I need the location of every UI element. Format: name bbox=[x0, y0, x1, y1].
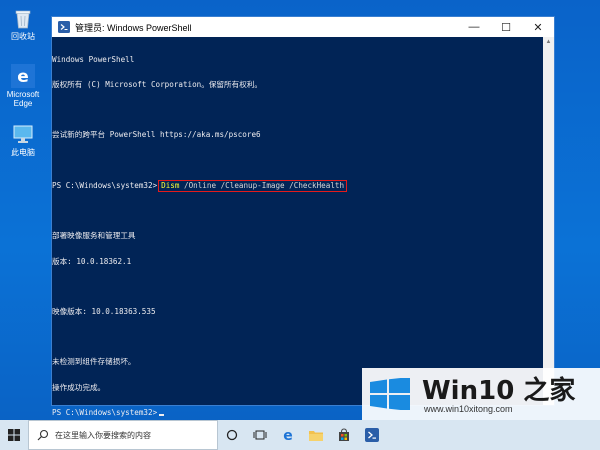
task-view-button-2[interactable] bbox=[246, 420, 274, 450]
console-line: 版本: 10.0.18362.1 bbox=[52, 256, 132, 266]
taskbar-edge[interactable]: e bbox=[274, 420, 302, 450]
vertical-scrollbar[interactable]: ▲ ▼ bbox=[543, 37, 554, 405]
search-icon bbox=[37, 429, 49, 441]
computer-icon bbox=[13, 125, 33, 143]
window-titlebar[interactable]: 管理员: Windows PowerShell — ☐ ✕ bbox=[52, 17, 554, 37]
taskbar-file-explorer[interactable] bbox=[302, 420, 330, 450]
folder-icon bbox=[309, 431, 323, 441]
svg-text:e: e bbox=[283, 428, 293, 442]
prompt: PS C:\Windows\system32> bbox=[52, 180, 158, 190]
taskbar-powershell[interactable] bbox=[358, 420, 386, 450]
prompt: PS C:\Windows\system32> bbox=[52, 407, 158, 417]
taskbar-store[interactable] bbox=[330, 420, 358, 450]
command-args: /Online /Cleanup-Image /CheckHealth bbox=[179, 180, 345, 190]
taskbar-search-box[interactable]: 在这里输入你要搜索的内容 bbox=[28, 420, 218, 450]
command-name: Dism bbox=[161, 180, 180, 190]
console-line: 部署映像服务和管理工具 bbox=[52, 231, 136, 241]
powershell-icon bbox=[58, 21, 70, 33]
close-button[interactable]: ✕ bbox=[522, 21, 554, 34]
desktop-icon-recycle-bin[interactable]: 回收站 bbox=[4, 6, 42, 41]
minimize-button[interactable]: — bbox=[458, 21, 490, 33]
recycle-bin-icon bbox=[15, 10, 31, 29]
site-watermark: Win10 之家 www.win10xitong.com bbox=[362, 368, 600, 420]
search-placeholder: 在这里输入你要搜索的内容 bbox=[55, 430, 151, 440]
console-line: 尝试新的跨平台 PowerShell https://aka.ms/pscore… bbox=[52, 130, 261, 140]
window-title: 管理员: Windows PowerShell bbox=[75, 22, 192, 33]
taskbar: 在这里输入你要搜索的内容 e bbox=[0, 420, 600, 450]
command-line: PS C:\Windows\system32> Dism /Online /Cle… bbox=[52, 179, 554, 193]
task-view-button[interactable] bbox=[218, 420, 246, 450]
desktop-icon-label: Microsoft Edge bbox=[6, 90, 40, 108]
console-line: 映像版本: 10.0.18363.535 bbox=[52, 306, 156, 316]
store-icon bbox=[339, 428, 349, 441]
desktop-icon-edge[interactable]: e Microsoft Edge bbox=[4, 64, 42, 108]
watermark-brand: Win10 之家 bbox=[422, 376, 576, 406]
maximize-button[interactable]: ☐ bbox=[490, 21, 522, 34]
edge-icon: e bbox=[283, 428, 293, 442]
highlighted-command: Dism /Online /Cleanup-Image /CheckHealth bbox=[158, 179, 348, 193]
console-line: 未检测到组件存储损坏。 bbox=[52, 357, 136, 367]
windows-start-icon bbox=[8, 429, 20, 441]
console-line: Windows PowerShell bbox=[52, 54, 135, 64]
scroll-up-icon[interactable]: ▲ bbox=[543, 37, 554, 48]
text-cursor bbox=[159, 413, 165, 416]
desktop: 回收站 e Microsoft Edge 此电脑 管理员: Windows Po… bbox=[0, 0, 600, 450]
watermark-url: www.win10xitong.com bbox=[424, 404, 513, 414]
task-view-icon bbox=[253, 430, 267, 440]
console-line: 版权所有 (C) Microsoft Corporation。保留所有权利。 bbox=[52, 80, 262, 90]
desktop-icon-this-pc[interactable]: 此电脑 bbox=[4, 122, 42, 157]
start-button[interactable] bbox=[0, 420, 28, 450]
desktop-icon-label: 此电脑 bbox=[11, 148, 35, 157]
cortana-circle-icon bbox=[226, 429, 238, 441]
edge-icon: e bbox=[11, 64, 35, 88]
svg-text:e: e bbox=[17, 67, 29, 87]
windows-logo-icon bbox=[370, 378, 410, 410]
powershell-window: 管理员: Windows PowerShell — ☐ ✕ Windows Po… bbox=[51, 16, 555, 416]
powershell-icon bbox=[365, 428, 379, 442]
console-output[interactable]: Windows PowerShell 版权所有 (C) Microsoft Co… bbox=[52, 37, 554, 416]
desktop-icon-label: 回收站 bbox=[11, 32, 35, 41]
